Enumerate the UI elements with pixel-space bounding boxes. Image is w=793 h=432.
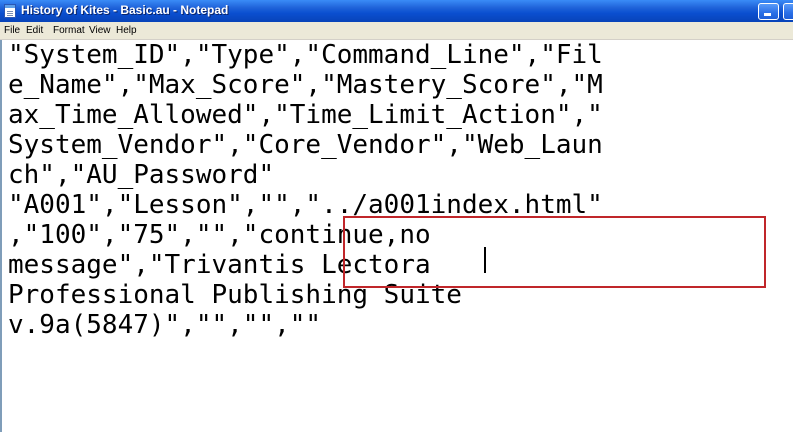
menu-view[interactable]: View [89,25,111,36]
maximize-button[interactable] [783,3,793,20]
editor-line: System_Vendor","Core_Vendor","Web_Laun [8,130,603,160]
menu-format[interactable]: Format [53,25,85,36]
editor-line: v.9a(5847)","","","" [8,310,322,340]
notepad-window: History of Kites - Basic.au - Notepad Fi… [0,0,793,432]
text-caret [484,247,486,273]
menu-file[interactable]: File [4,25,20,36]
menu-edit[interactable]: Edit [26,25,43,36]
editor-line: ch","AU_Password" [8,160,275,190]
window-title: History of Kites - Basic.au - Notepad [21,3,229,17]
highlight-annotation-box [343,216,766,288]
title-bar[interactable]: History of Kites - Basic.au - Notepad [0,0,793,22]
menu-bar: File Edit Format View Help [0,22,793,40]
editor-line: e_Name","Max_Score","Mastery_Score","M [8,70,603,100]
editor-line: "System_ID","Type","Command_Line","Fil [8,40,603,70]
editor-line: ax_Time_Allowed","Time_Limit_Action"," [8,100,603,130]
menu-help[interactable]: Help [116,25,137,36]
notepad-icon[interactable] [4,4,16,18]
minimize-button[interactable] [758,3,779,20]
